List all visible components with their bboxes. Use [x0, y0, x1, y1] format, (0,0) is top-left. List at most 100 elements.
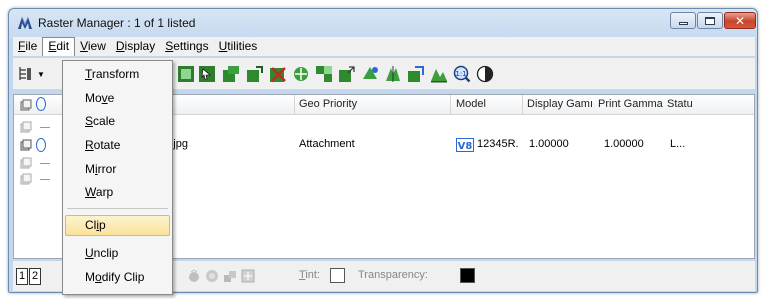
- menu-display-label: isplay: [124, 39, 156, 53]
- raster-scale-icon[interactable]: [338, 65, 356, 83]
- column-separator: [450, 95, 451, 115]
- raster-move-icon[interactable]: [315, 65, 333, 83]
- column-status[interactable]: Statu: [667, 98, 693, 110]
- column-model[interactable]: Model: [456, 98, 486, 110]
- menu-settings-label: ettings: [173, 39, 209, 53]
- menu-item-clip[interactable]: Clip: [65, 215, 170, 236]
- menu-display-accel: D: [115, 39, 125, 53]
- tint-label: Tint:: [299, 269, 320, 281]
- menu-item-label: rror: [97, 162, 117, 176]
- select-raster-icon[interactable]: [198, 65, 216, 83]
- raster-display-icon[interactable]: [430, 65, 448, 83]
- raster-link-icon: [20, 99, 32, 111]
- menu-item-label: nclip: [93, 246, 119, 260]
- menu-display[interactable]: Display: [111, 37, 160, 56]
- menu-item-label: arp: [95, 185, 114, 199]
- page-1-button[interactable]: 1: [16, 268, 28, 285]
- title-bar[interactable]: Raster Manager : 1 of 1 listed ✕: [9, 9, 757, 37]
- detach-raster-icon[interactable]: [269, 65, 287, 83]
- maximize-icon: [705, 16, 715, 25]
- menu-file[interactable]: File: [13, 37, 42, 56]
- menu-utilities-accel: U: [218, 39, 228, 53]
- menu-item-scale[interactable]: Scale: [65, 111, 170, 132]
- menu-item-move[interactable]: Move: [65, 88, 170, 109]
- fit-view-icon[interactable]: [241, 269, 255, 283]
- microstation-logo-icon: [18, 16, 32, 29]
- page-2-button[interactable]: 2: [29, 268, 41, 285]
- menu-item-label: M: [85, 270, 95, 284]
- raster-warp-icon[interactable]: [407, 65, 425, 83]
- cell-display-gamma: 1.00000: [529, 138, 569, 150]
- display-toggle-icon[interactable]: [36, 138, 46, 152]
- svg-text:1:1: 1:1: [455, 70, 466, 78]
- menu-item-label: otate: [93, 138, 121, 152]
- close-button[interactable]: ✕: [724, 12, 756, 29]
- menu-item-label: dify Clip: [101, 270, 145, 284]
- menu-separator: [67, 208, 168, 209]
- tree-line: [40, 163, 50, 164]
- menu-item-label: Mo: [85, 91, 102, 105]
- attach-raster-icon[interactable]: [177, 65, 195, 83]
- tint-label-rest: int:: [305, 269, 320, 281]
- column-separator: [294, 95, 295, 115]
- contrast-dial-icon[interactable]: [205, 269, 219, 283]
- cell-status: L...: [670, 138, 686, 150]
- column-print-gamma[interactable]: Print Gamma: [598, 98, 663, 110]
- display-toggle-icon: [36, 97, 46, 111]
- raster-edit-icon[interactable]: [246, 65, 264, 83]
- window-title: Raster Manager : 1 of 1 listed: [38, 16, 196, 30]
- minimize-icon: [678, 22, 688, 25]
- chevron-down-icon[interactable]: ▼: [37, 70, 45, 79]
- menu-item-accel: W: [85, 185, 96, 199]
- menu-view-accel: V: [80, 39, 88, 53]
- menu-edit-label: dit: [56, 39, 70, 53]
- raster-mirror-icon[interactable]: [384, 65, 402, 83]
- cell-model: 12345R.: [477, 138, 519, 150]
- transparency-color-swatch[interactable]: [460, 268, 475, 283]
- zoom-one-to-one-icon[interactable]: 1:1: [453, 65, 471, 83]
- menu-view[interactable]: View: [75, 37, 111, 56]
- menu-utilities-label: tilities: [227, 39, 258, 53]
- menu-item-transform[interactable]: Transform: [65, 64, 170, 85]
- menu-item-label: ransform: [91, 67, 140, 81]
- menu-item-mirror[interactable]: Mirror: [65, 159, 170, 180]
- raster-link-icon: [20, 157, 32, 169]
- menu-utilities[interactable]: Utilities: [214, 37, 263, 56]
- menu-file-label: ile: [25, 39, 38, 53]
- raster-link-icon: [20, 121, 32, 133]
- tree-line: [40, 127, 50, 128]
- tree-line: [40, 179, 50, 180]
- menu-item-label: e: [107, 91, 115, 105]
- menu-item-modify-clip[interactable]: Modify Clip: [65, 267, 170, 288]
- raster-link-icon: [20, 173, 32, 185]
- menu-item-label: Cl: [85, 218, 97, 232]
- raster-tools-icon[interactable]: [292, 65, 310, 83]
- menu-item-accel: R: [85, 138, 94, 152]
- menu-settings[interactable]: Settings: [160, 37, 213, 56]
- menu-item-accel: T: [85, 67, 92, 81]
- column-display-gamma[interactable]: Display Gamı: [527, 98, 593, 110]
- minimize-button[interactable]: [670, 12, 696, 29]
- column-geo-priority[interactable]: Geo Priority: [299, 98, 357, 110]
- close-icon: ✕: [734, 13, 746, 28]
- menu-edit[interactable]: Edit: [42, 37, 76, 56]
- raster-green-icon[interactable]: [222, 65, 240, 83]
- svg-text:V8: V8: [458, 141, 473, 152]
- raster-rotate-icon[interactable]: [361, 65, 379, 83]
- raster-link-icon: [20, 139, 32, 151]
- column-separator: [522, 95, 523, 115]
- tint-color-swatch[interactable]: [330, 268, 345, 283]
- contrast-icon[interactable]: [476, 65, 494, 83]
- menu-item-accel: S: [85, 114, 94, 128]
- brightness-icon[interactable]: [187, 269, 201, 283]
- maximize-button[interactable]: [697, 12, 723, 29]
- menu-item-label: M: [85, 162, 95, 176]
- layers-icon[interactable]: [223, 269, 237, 283]
- menu-item-warp[interactable]: Warp: [65, 182, 170, 203]
- menu-bar: File Edit View Display Settings Utilitie…: [13, 37, 755, 56]
- v8-model-icon: V8: [456, 138, 474, 152]
- menu-item-unclip[interactable]: Unclip: [65, 243, 170, 264]
- tree-view-icon[interactable]: [17, 65, 35, 83]
- menu-item-label: p: [99, 218, 106, 232]
- menu-item-rotate[interactable]: Rotate: [65, 135, 170, 156]
